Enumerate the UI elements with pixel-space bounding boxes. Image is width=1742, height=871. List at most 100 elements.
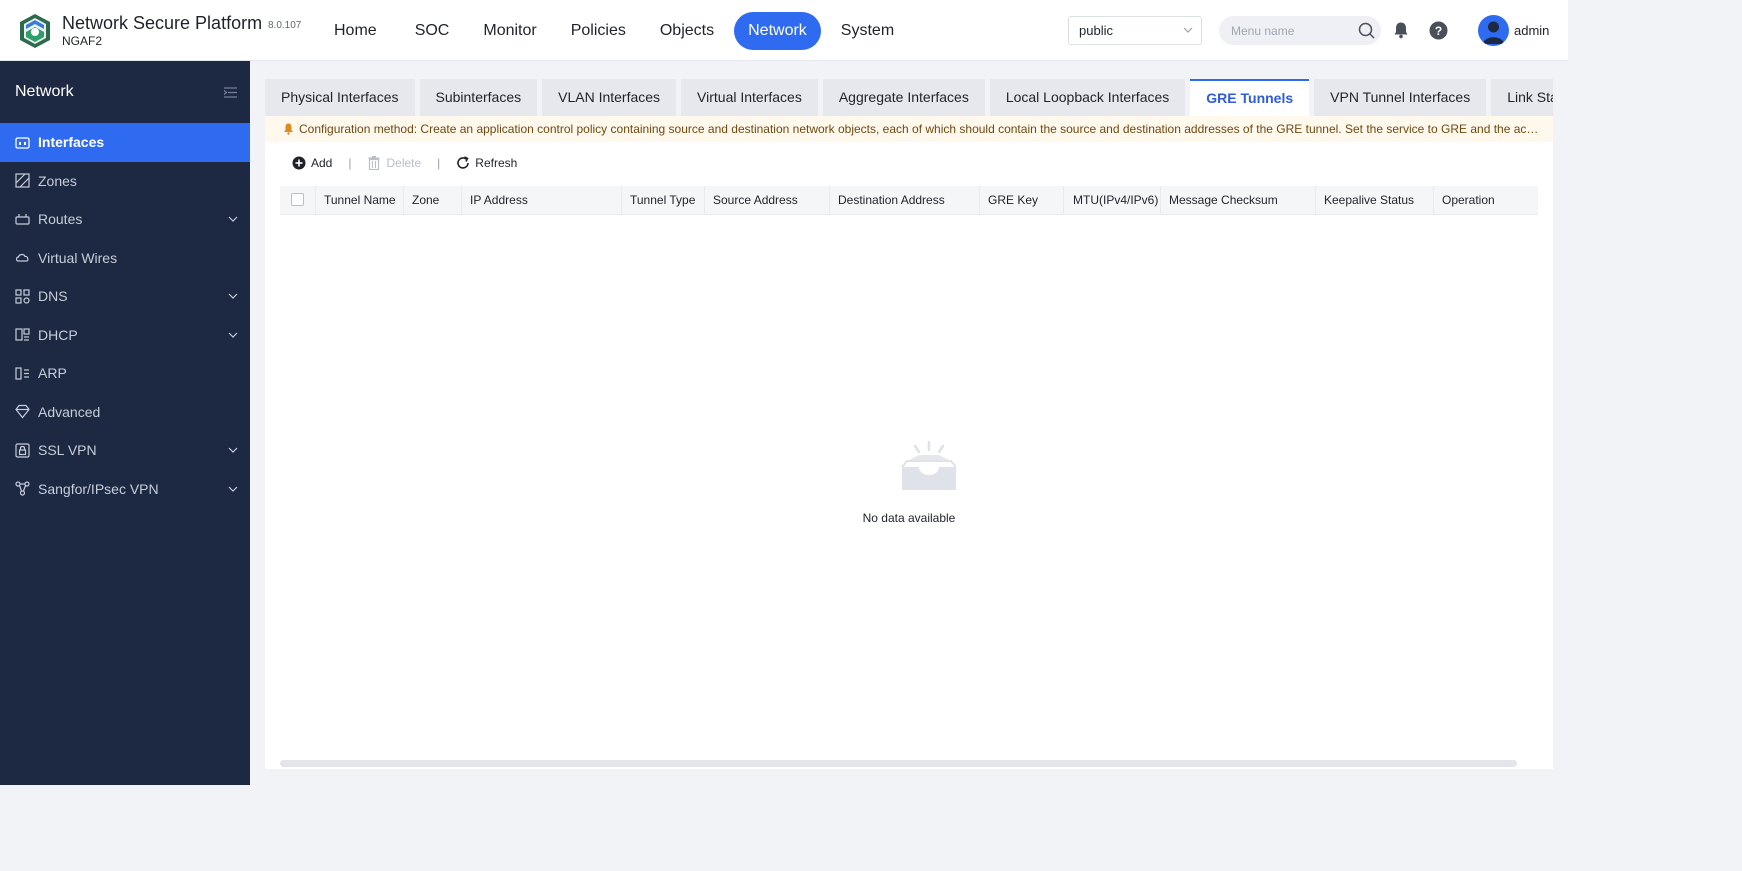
sidebar-item-ssl-vpn[interactable]: SSL VPN	[0, 431, 250, 470]
bell-icon[interactable]	[1392, 21, 1410, 39]
toolbar-separator: |	[348, 156, 352, 170]
refresh-label: Refresh	[475, 156, 518, 170]
nav-policies[interactable]: Policies	[557, 12, 640, 50]
tab-local-loopback-interfaces[interactable]: Local Loopback Interfaces	[989, 79, 1186, 116]
column-header[interactable]: IP Address	[462, 186, 622, 214]
virtual-wires-icon	[15, 254, 29, 262]
sidebar-item-label: DNS	[38, 288, 68, 305]
chevron-down-icon	[228, 216, 238, 222]
sidebar-item-zones[interactable]: Zones	[0, 162, 250, 201]
interfaces-icon	[15, 137, 30, 149]
search-icon[interactable]	[1358, 22, 1375, 39]
sidebar: Network Interfaces Zones Routes Virtual …	[0, 61, 250, 785]
nav-network[interactable]: Network	[734, 12, 821, 50]
nav-monitor[interactable]: Monitor	[469, 12, 550, 50]
refresh-button[interactable]: Refresh	[456, 156, 517, 170]
tab-physical-interfaces[interactable]: Physical Interfaces	[265, 79, 415, 116]
svg-text:?: ?	[1435, 24, 1442, 38]
bell-icon	[284, 123, 293, 135]
arp-icon	[15, 367, 29, 380]
interface-tabs: Physical Interfaces Subinterfaces VLAN I…	[265, 79, 1553, 116]
zones-icon	[15, 173, 30, 188]
nav-soc[interactable]: SOC	[401, 12, 464, 50]
table-toolbar: Add | Delete | Refresh	[292, 154, 517, 172]
column-header[interactable]: Source Address	[705, 186, 830, 214]
ssl-vpn-icon	[15, 443, 30, 458]
sidebar-item-label: Sangfor/IPsec VPN	[38, 480, 159, 497]
sidebar-item-interfaces[interactable]: Interfaces	[0, 123, 250, 162]
tab-aggregate-interfaces[interactable]: Aggregate Interfaces	[822, 79, 985, 116]
add-button[interactable]: Add	[292, 156, 332, 170]
tenant-select[interactable]: public	[1068, 16, 1202, 45]
tab-gre-tunnels[interactable]: GRE Tunnels	[1190, 79, 1310, 116]
collapse-menu-icon[interactable]	[224, 86, 237, 99]
dhcp-icon	[15, 328, 30, 341]
user-avatar-icon	[1483, 21, 1504, 44]
avatar[interactable]	[1478, 15, 1509, 46]
configuration-notice: Configuration method: Create an applicat…	[265, 116, 1553, 142]
select-all-checkbox[interactable]	[291, 193, 304, 206]
nav-objects[interactable]: Objects	[646, 12, 728, 50]
tab-link-state-propagation[interactable]: Link State Propa	[1491, 79, 1553, 116]
sidebar-item-label: Routes	[38, 211, 83, 228]
platform-logo	[20, 14, 50, 48]
menu-search-input[interactable]	[1219, 16, 1381, 45]
nav-home[interactable]: Home	[320, 12, 391, 50]
dns-icon	[15, 289, 30, 304]
delete-label: Delete	[386, 156, 422, 170]
sidebar-item-label: Virtual Wires	[38, 249, 118, 266]
empty-state-text: No data available	[862, 511, 956, 525]
sidebar-item-label: DHCP	[38, 326, 78, 343]
tab-vlan-interfaces[interactable]: VLAN Interfaces	[542, 79, 677, 116]
add-label: Add	[311, 156, 333, 170]
horizontal-scrollbar[interactable]	[280, 760, 1517, 767]
table-header: Tunnel Name Zone IP Address Tunnel Type …	[280, 186, 1538, 215]
column-header[interactable]: Operation	[1434, 186, 1538, 214]
select-all-column	[280, 186, 316, 214]
trash-icon	[368, 156, 380, 170]
main-nav: Home SOC Monitor Policies Objects Networ…	[320, 12, 914, 50]
user-name[interactable]: admin	[1514, 23, 1549, 38]
sidebar-item-routes[interactable]: Routes	[0, 200, 250, 239]
delete-button[interactable]: Delete	[367, 156, 421, 170]
tab-subinterfaces[interactable]: Subinterfaces	[419, 79, 538, 116]
sidebar-item-label: SSL VPN	[38, 442, 97, 459]
brand-subtitle: NGAF2	[62, 34, 103, 48]
sidebar-title: Network	[15, 83, 74, 100]
sidebar-item-dns[interactable]: DNS	[0, 277, 250, 316]
column-header[interactable]: GRE Key	[980, 186, 1064, 214]
tenant-select-value: public	[1079, 23, 1113, 38]
sidebar-item-dhcp[interactable]: DHCP	[0, 316, 250, 355]
notice-text: Configuration method: Create an applicat…	[299, 122, 1553, 136]
sidebar-menu: Interfaces Zones Routes Virtual Wires DN…	[0, 123, 250, 508]
sidebar-item-label: Interfaces	[38, 134, 105, 151]
column-header[interactable]: Zone	[404, 186, 462, 214]
ipsec-vpn-icon	[15, 481, 30, 496]
main-panel: Physical Interfaces Subinterfaces VLAN I…	[265, 79, 1553, 769]
toolbar-separator: |	[437, 156, 441, 170]
sidebar-item-advanced[interactable]: Advanced	[0, 393, 250, 432]
column-header[interactable]: Destination Address	[830, 186, 980, 214]
sidebar-item-label: ARP	[38, 365, 67, 382]
chevron-down-icon	[228, 486, 238, 492]
empty-inbox-icon	[901, 441, 957, 490]
routes-icon	[15, 213, 30, 225]
sidebar-item-arp[interactable]: ARP	[0, 354, 250, 393]
advanced-icon	[15, 405, 30, 419]
help-icon[interactable]: ?	[1429, 21, 1448, 40]
tab-vpn-tunnel-interfaces[interactable]: VPN Tunnel Interfaces	[1314, 79, 1487, 116]
add-circle-icon	[292, 156, 306, 170]
column-header[interactable]: MTU(IPv4/IPv6)	[1064, 186, 1161, 214]
sidebar-item-ipsec-vpn[interactable]: Sangfor/IPsec VPN	[0, 470, 250, 509]
refresh-icon	[457, 156, 470, 169]
tab-virtual-interfaces[interactable]: Virtual Interfaces	[681, 79, 818, 116]
chevron-down-icon	[228, 332, 238, 338]
column-header[interactable]: Keepalive Status	[1316, 186, 1434, 214]
column-header[interactable]: Tunnel Type	[622, 186, 705, 214]
column-header[interactable]: Tunnel Name	[316, 186, 404, 214]
column-header[interactable]: Message Checksum	[1161, 186, 1316, 214]
nav-system[interactable]: System	[827, 12, 908, 50]
sidebar-item-virtual-wires[interactable]: Virtual Wires	[0, 239, 250, 278]
brand-title: Network Secure Platform	[62, 13, 263, 33]
chevron-down-icon	[1183, 27, 1193, 33]
